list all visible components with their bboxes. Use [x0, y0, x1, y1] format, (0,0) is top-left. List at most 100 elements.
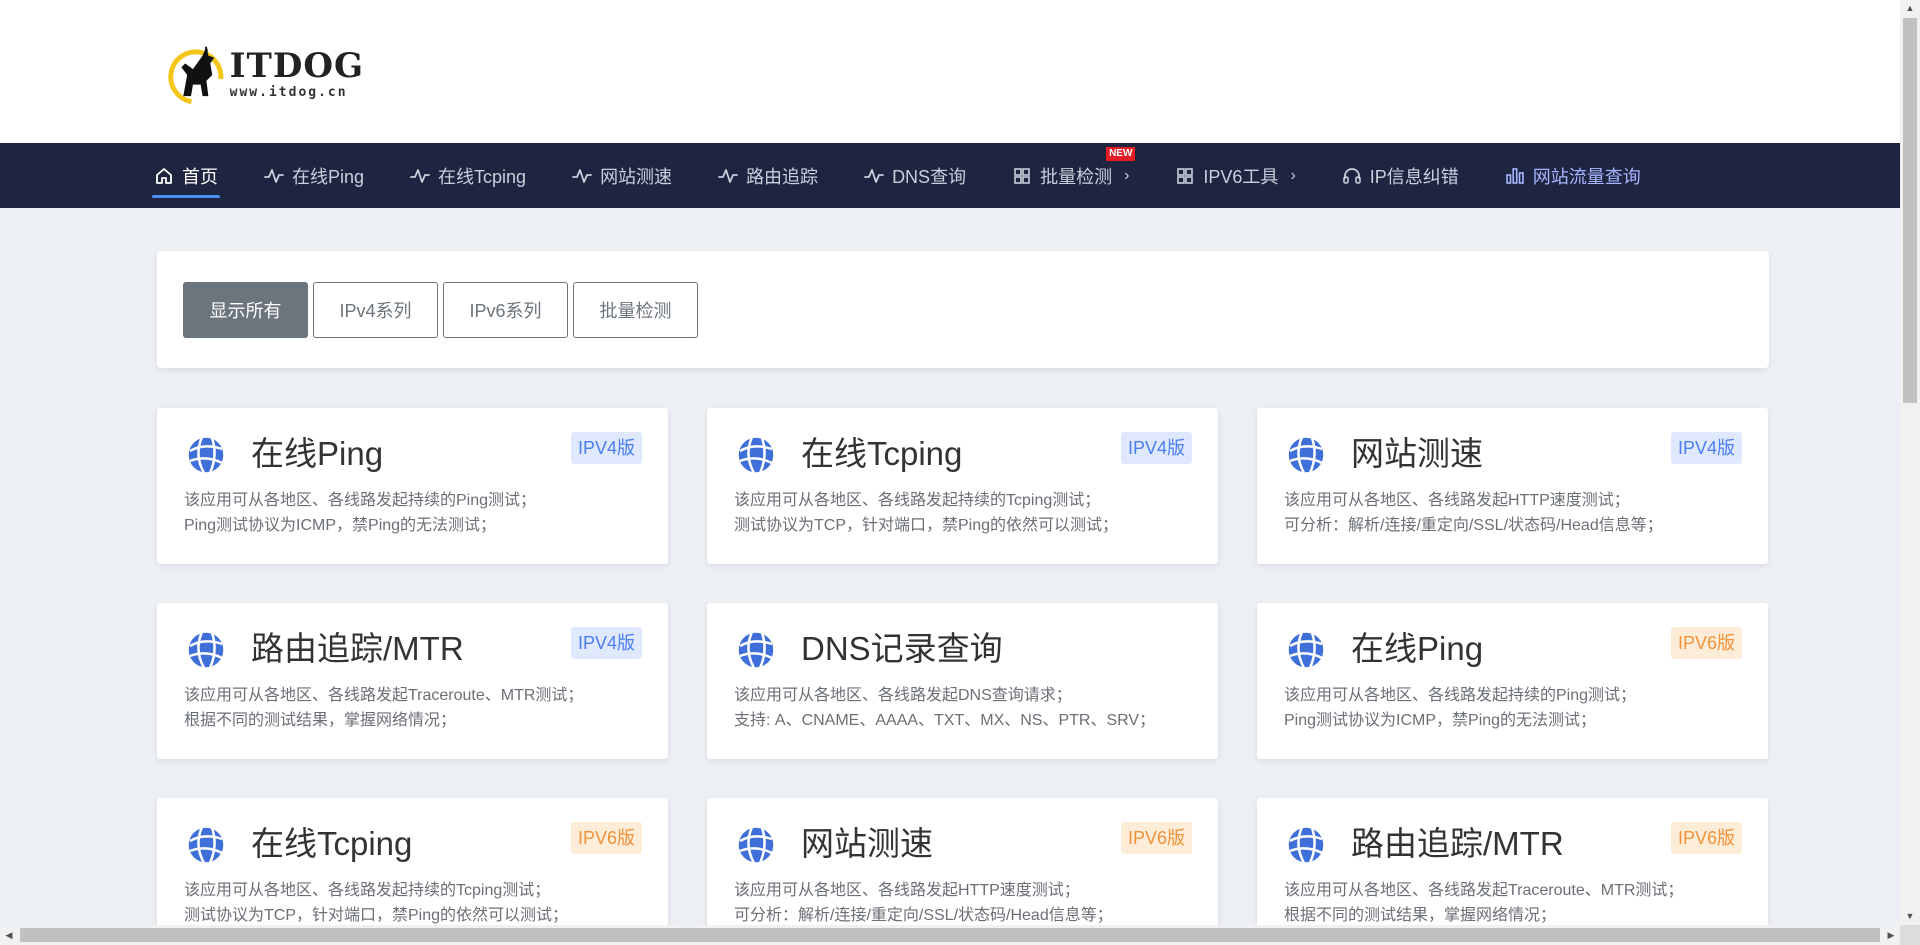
card-title: 在线Tcping: [801, 435, 963, 472]
card-description: 该应用可从各地区、各线路发起HTTP速度测试； 可分析：解析/连接/重定向/SSL…: [734, 878, 1198, 925]
card-title: 在线Ping: [1351, 630, 1484, 667]
pulse-icon: [718, 166, 738, 186]
main-nav: 首页 在线Ping 在线Tcping 网站测速 路由追踪 DNS查询 批量检测 › NEW IPV…: [0, 143, 1900, 208]
pulse-icon: [572, 166, 592, 186]
version-badge: IPV4版: [570, 627, 642, 659]
vertical-scroll-thumb[interactable]: [1903, 18, 1917, 403]
logo-title: ITDOG: [229, 45, 364, 86]
nav-item-6[interactable]: DNS查询: [864, 143, 966, 208]
grid-icon: [1175, 166, 1195, 186]
scroll-right-arrow-icon[interactable]: ▶: [1882, 925, 1900, 945]
globe-icon: [1284, 823, 1328, 867]
tool-card[interactable]: 路由追踪/MTR IPV6版该应用可从各地区、各线路发起Traceroute、MT…: [1257, 798, 1768, 925]
filter-button-4[interactable]: 批量检测: [573, 282, 698, 338]
filter-button-3[interactable]: IPv6系列: [443, 282, 568, 338]
pulse-icon: [410, 166, 430, 186]
nav-item-7[interactable]: 批量检测 › NEW: [1012, 143, 1136, 208]
nav-item-label: IP信息纠错: [1369, 166, 1459, 187]
card-description-line: 测试协议为TCP，针对端口，禁Ping的依然可以测试；: [184, 907, 569, 924]
tool-card-grid: 在线Ping IPV4版 该应用可从各地区、各线路发起持续的Ping测试； Ping测…: [157, 408, 1769, 925]
horizontal-scroll-thumb[interactable]: [20, 928, 1880, 942]
card-description-line: 该应用可从各地区、各线路发起HTTP速度测试；: [734, 882, 1080, 899]
card-description-line: 该应用可从各地区、各线路发起Traceroute、MTR测试；: [184, 687, 584, 704]
scroll-up-arrow-icon[interactable]: ▲: [1900, 0, 1920, 17]
card-title: 路由追踪/MTR: [1351, 825, 1564, 862]
card-description: 该应用可从各地区、各线路发起Traceroute、MTR测试； 根据不同的测试结果…: [1284, 878, 1748, 925]
card-description-line: 根据不同的测试结果，掌握网络情况；: [1284, 907, 1557, 924]
filter-panel: 显示所有 IPv4系列 IPv6系列 批量检测: [157, 251, 1769, 368]
tool-card[interactable]: DNS记录查询 该应用可从各地区、各线路发起DNS查询请求； 支持: A、CNAME…: [707, 603, 1218, 759]
card-title: DNS记录查询: [801, 630, 1003, 667]
version-badge: IPV6版: [1670, 822, 1742, 854]
nav-item-label: 在线Ping: [292, 166, 365, 187]
filter-button-1[interactable]: 显示所有: [183, 282, 308, 338]
nav-item-5[interactable]: 路由追踪: [718, 143, 818, 208]
nav-item-label: 在线Tcping: [438, 166, 527, 187]
globe-icon: [1284, 628, 1328, 672]
card-description-line: Ping测试协议为ICMP，禁Ping的无法测试；: [184, 517, 497, 534]
home-icon: [154, 166, 174, 186]
nav-item-label: DNS查询: [892, 166, 967, 187]
nav-item-1[interactable]: 首页: [152, 143, 220, 208]
tool-card[interactable]: 路由追踪/MTR IPV4版 该应用可从各地区、各线路发起Traceroute、MT…: [157, 603, 668, 759]
nav-item-label: 批量检测: [1040, 166, 1113, 187]
bar-chart-icon: [1505, 166, 1525, 186]
card-description-line: 测试协议为TCP，针对端口，禁Ping的依然可以测试；: [734, 517, 1119, 534]
nav-item-10[interactable]: 网站流量查询: [1505, 143, 1641, 208]
tool-card[interactable]: 在线Ping IPV4版 该应用可从各地区、各线路发起持续的Ping测试； Ping测…: [157, 408, 668, 564]
globe-icon: [184, 628, 228, 672]
card-title: 在线Tcping: [251, 825, 413, 862]
version-badge: IPV4版: [570, 432, 642, 464]
card-description: 该应用可从各地区、各线路发起Traceroute、MTR测试； 根据不同的测试结果…: [184, 683, 648, 733]
nav-item-8[interactable]: IPV6工具 ›: [1175, 143, 1296, 208]
nav-item-label: 网站流量查询: [1532, 166, 1641, 187]
card-description-line: Ping测试协议为ICMP，禁Ping的无法测试；: [1284, 712, 1597, 729]
nav-item-3[interactable]: 在线Tcping: [410, 143, 526, 208]
globe-icon: [1284, 433, 1328, 477]
nav-item-2[interactable]: 在线Ping: [264, 143, 364, 208]
horizontal-scrollbar[interactable]: ◀ ▶: [0, 925, 1900, 945]
logo-url: www.itdog.cn: [229, 84, 348, 100]
tool-card[interactable]: 在线Ping IPV6版 该应用可从各地区、各线路发起持续的Ping测试； Ping测…: [1257, 603, 1768, 759]
card-description-line: 该应用可从各地区、各线路发起持续的Tcping测试；: [734, 492, 1101, 509]
version-badge: IPV6版: [570, 822, 642, 854]
nav-item-4[interactable]: 网站测速: [572, 143, 672, 208]
card-description: 该应用可从各地区、各线路发起HTTP速度测试； 可分析：解析/连接/重定向/SSL…: [1284, 488, 1748, 538]
version-badge: IPV4版: [1120, 432, 1192, 464]
card-description-line: 该应用可从各地区、各线路发起DNS查询请求；: [734, 687, 1072, 704]
nav-item-label: 网站测速: [600, 166, 673, 187]
tool-card[interactable]: 网站测速 IPV4版该应用可从各地区、各线路发起HTTP速度测试； 可分析：解析/连…: [1257, 408, 1768, 564]
scrollbar-corner: [1900, 925, 1920, 945]
dog-logo-icon: [168, 46, 224, 105]
scroll-left-arrow-icon[interactable]: ◀: [0, 925, 18, 945]
page-viewport: ITDOG www.itdog.cn 首页 在线Ping 在线Tcping 网站测速路…: [0, 0, 1900, 925]
globe-icon: [184, 433, 228, 477]
nav-item-label: IPV6工具: [1203, 166, 1279, 187]
version-badge: IPV6版: [1120, 822, 1192, 854]
version-badge: IPV4版: [1670, 432, 1742, 464]
pulse-icon: [264, 166, 284, 186]
tool-card[interactable]: 网站测速 IPV6版该应用可从各地区、各线路发起HTTP速度测试； 可分析：解析/连…: [707, 798, 1218, 925]
globe-icon: [184, 823, 228, 867]
site-header: ITDOG www.itdog.cn: [0, 0, 1900, 143]
card-title: 网站测速: [801, 825, 933, 862]
version-badge: IPV6版: [1670, 627, 1742, 659]
card-description: 该应用可从各地区、各线路发起持续的Tcping测试； 测试协议为TCP，针对端口，…: [184, 878, 648, 925]
chevron-right-icon: ›: [1290, 166, 1296, 184]
nav-item-9[interactable]: IP信息纠错: [1342, 143, 1459, 208]
card-description-line: 该应用可从各地区、各线路发起HTTP速度测试；: [1284, 492, 1630, 509]
card-title: 网站测速: [1351, 435, 1483, 472]
scroll-down-arrow-icon[interactable]: ▼: [1900, 908, 1920, 925]
site-logo[interactable]: ITDOG www.itdog.cn: [164, 40, 364, 108]
card-description-line: 该应用可从各地区、各线路发起持续的Ping测试；: [184, 492, 537, 509]
tool-card[interactable]: 在线Tcping IPV6版该应用可从各地区、各线路发起持续的Tcping测试； 测…: [157, 798, 668, 925]
card-description: 该应用可从各地区、各线路发起持续的Ping测试； Ping测试协议为ICMP，禁P…: [184, 488, 648, 538]
globe-icon: [734, 628, 778, 672]
new-badge: NEW: [1106, 147, 1136, 161]
tool-card[interactable]: 在线Tcping IPV4版该应用可从各地区、各线路发起持续的Tcping测试； 测…: [707, 408, 1218, 564]
filter-button-2[interactable]: IPv4系列: [313, 282, 438, 338]
vertical-scrollbar[interactable]: ▲ ▼: [1900, 0, 1920, 925]
nav-item-label: 路由追踪: [746, 166, 819, 187]
chevron-right-icon: ›: [1124, 166, 1130, 184]
card-description-line: 根据不同的测试结果，掌握网络情况；: [184, 712, 457, 729]
